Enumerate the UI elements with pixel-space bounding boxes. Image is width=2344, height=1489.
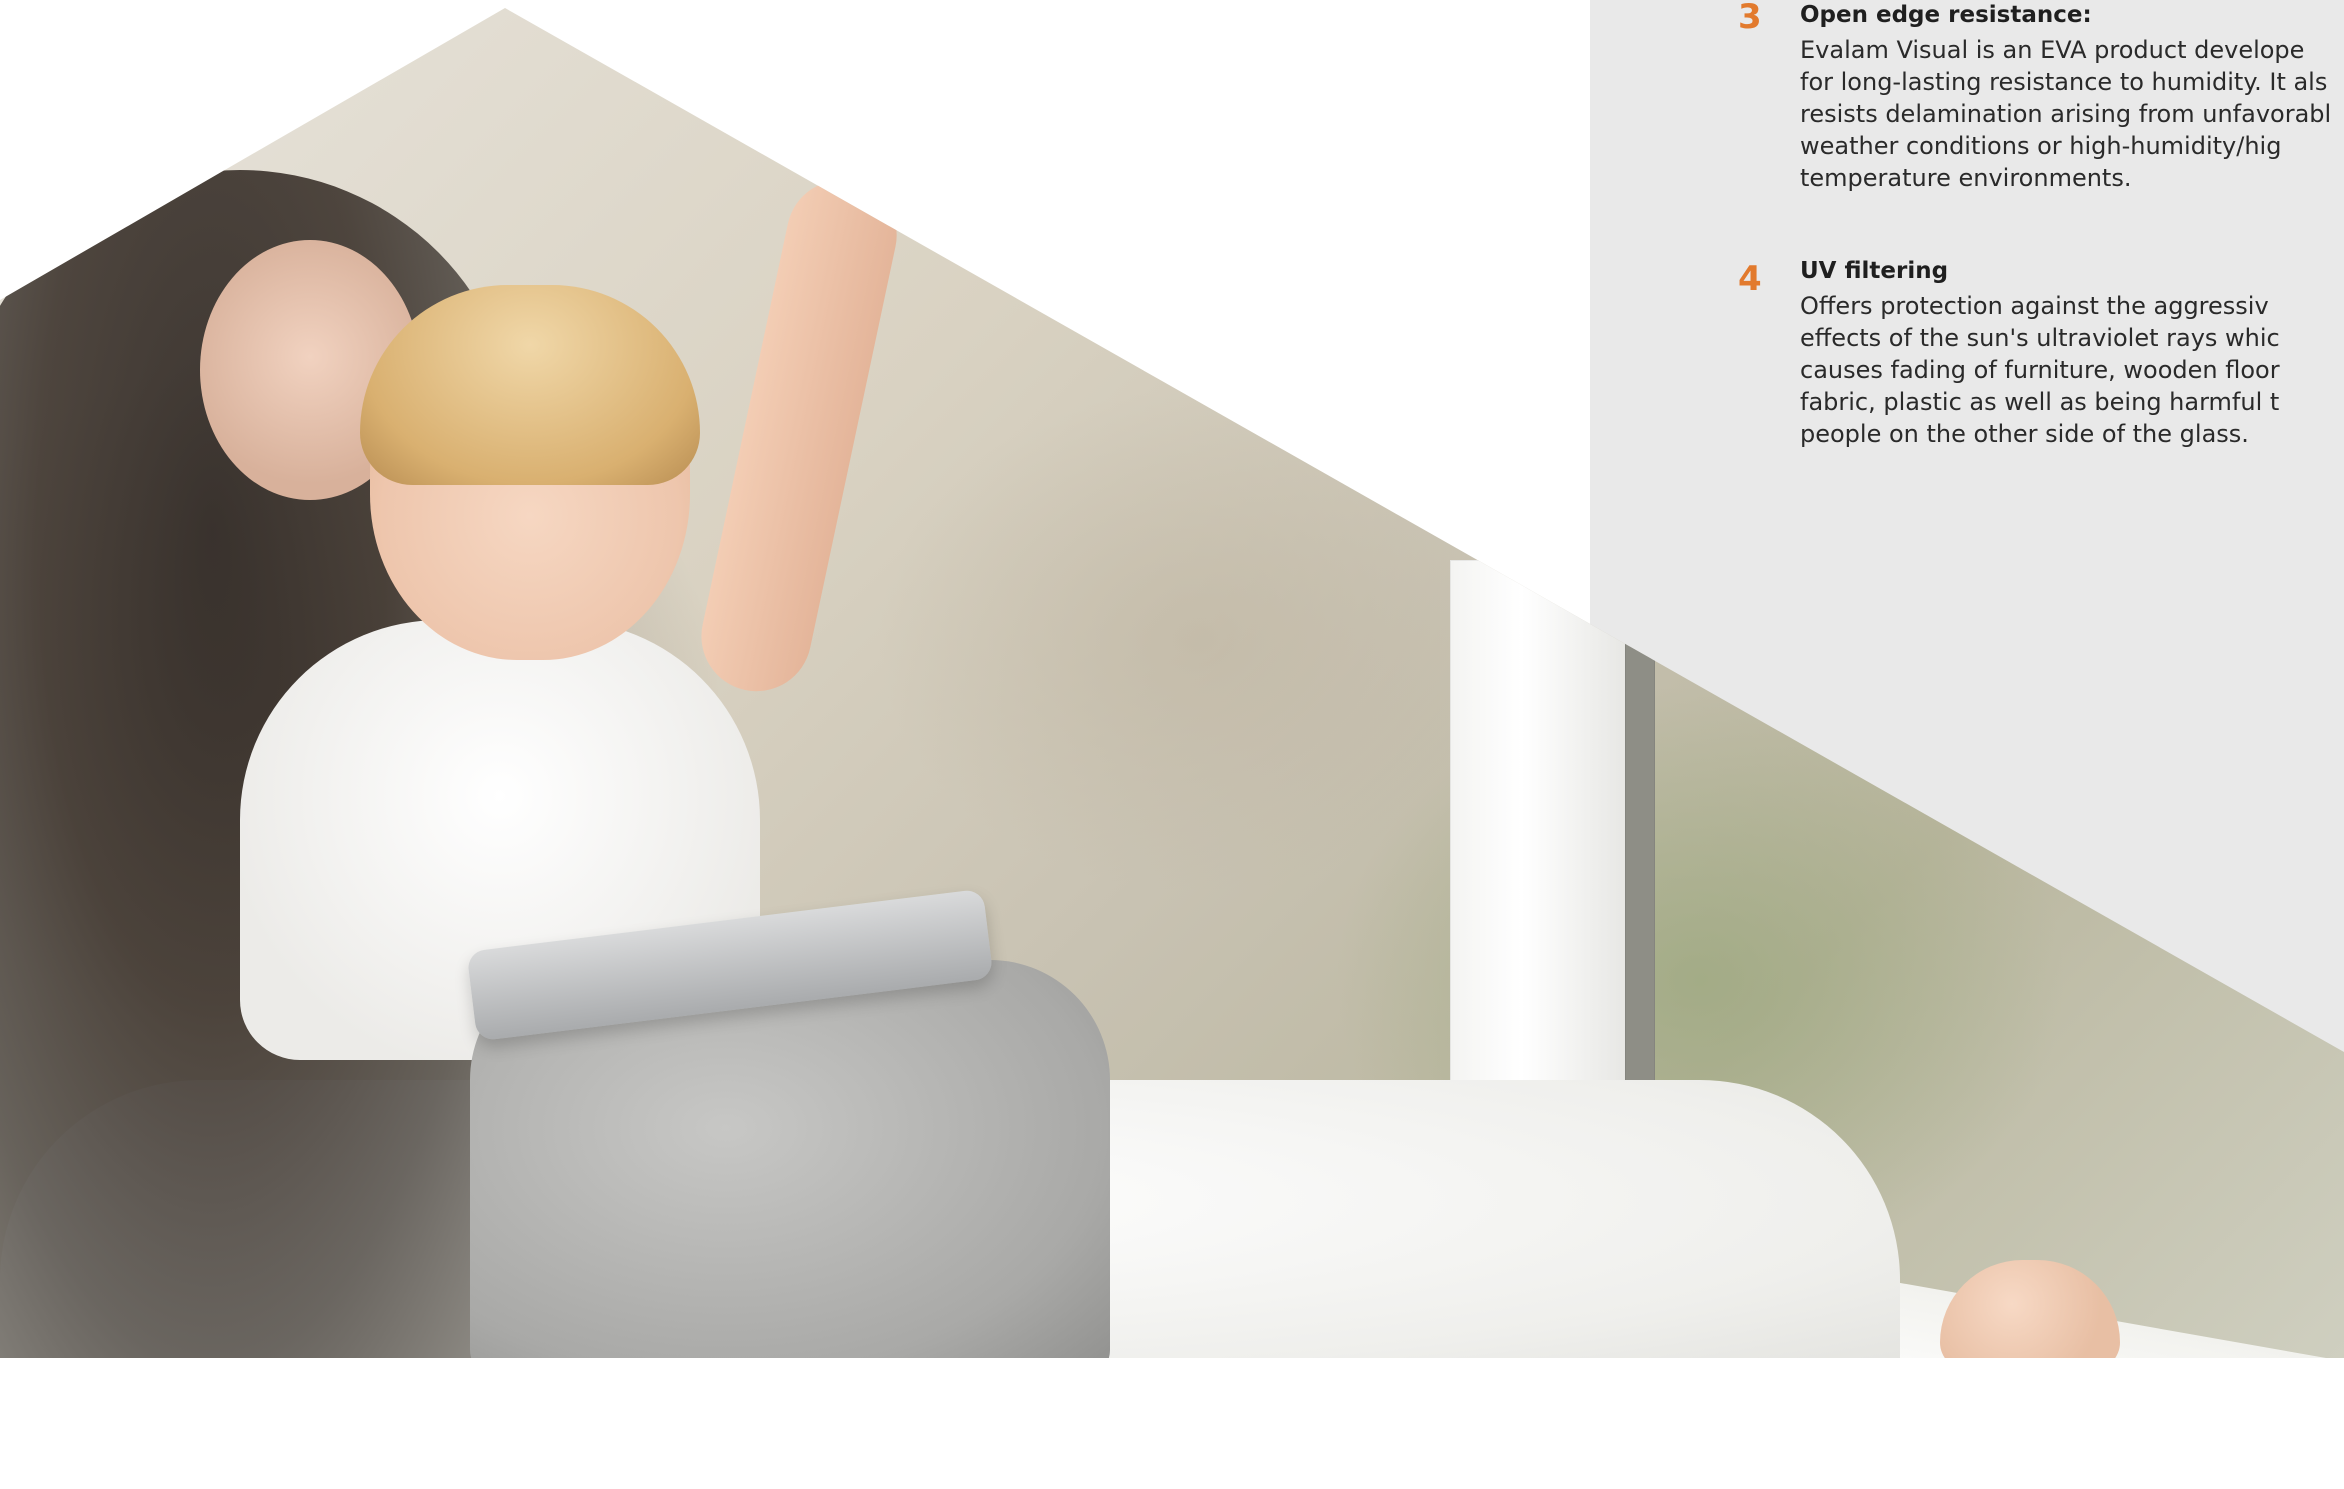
description-line: fabric, plastic as well as being harmful… [1800, 388, 2280, 416]
feature-description: Evalam Visual is an EVA product develope… [1740, 34, 2344, 194]
feature-item-open-edge: Open edge resistance: Evalam Visual is a… [1740, 2, 2344, 194]
description-line: effects of the sun's ultraviolet rays wh… [1800, 324, 2280, 352]
description-line: for long-lasting resistance to humidity.… [1800, 68, 2328, 96]
description-line: resists delamination arising from unfavo… [1800, 100, 2332, 128]
description-line: weather conditions or high-humidity/hig [1800, 132, 2282, 160]
feature-item-uv-filtering: UV filtering Offers protection against t… [1740, 258, 2344, 450]
feature-title: UV filtering [1800, 258, 1949, 284]
description-line: Offers protection against the aggressiv [1800, 292, 2269, 320]
feature-title: Open edge resistance: [1800, 2, 2092, 28]
bare-foot [1940, 1260, 2120, 1358]
description-line: temperature environments. [1800, 164, 2132, 192]
child-raised-arm [691, 169, 907, 702]
description-line: Evalam Visual is an EVA product develope [1800, 36, 2305, 64]
feature-description: Offers protection against the aggressiv … [1740, 290, 2344, 450]
description-line: causes fading of furniture, wooden floor [1800, 356, 2280, 384]
description-line: people on the other side of the glass. [1800, 420, 2249, 448]
